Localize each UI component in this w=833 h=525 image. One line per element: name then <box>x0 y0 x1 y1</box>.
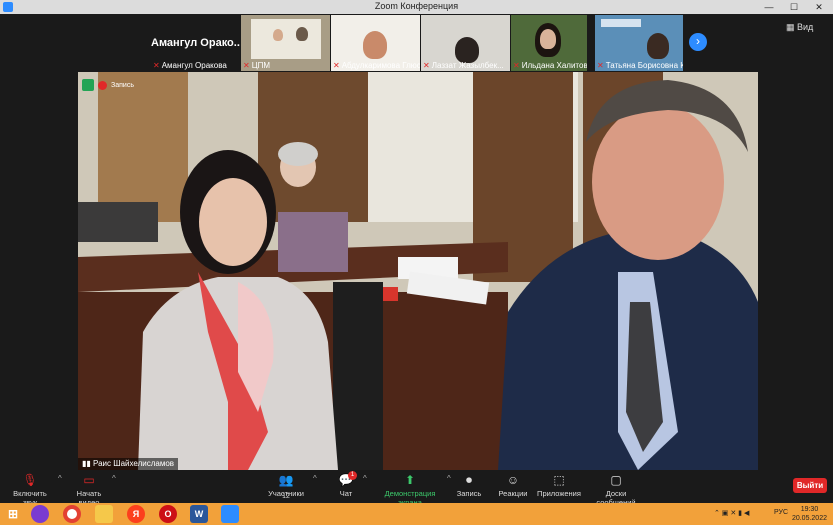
word-icon[interactable]: W <box>190 505 208 523</box>
record-icon <box>98 80 107 90</box>
participants-button[interactable]: 👥12 Участники <box>268 473 304 500</box>
reactions-button[interactable]: ☺ Реакции <box>497 473 529 498</box>
participant-face <box>540 29 556 49</box>
main-video: Запись ▮▮ Раис Шайхелисламов <box>78 72 758 470</box>
chat-unread-badge: 1 <box>348 471 357 480</box>
participant-name: ✕ Ильдана Халитова <box>513 61 587 70</box>
recording-label: Запись <box>111 81 134 89</box>
chat-caret[interactable]: ^ <box>363 474 367 483</box>
tray-icons[interactable]: ⌃ ▣ ✕ ▮ ◀ <box>714 509 749 517</box>
participant-face <box>273 29 283 41</box>
speaker-name: ▮▮ Раис Шайхелисламов <box>78 458 179 470</box>
banner-graphic <box>601 19 641 27</box>
participant-big-name: Амангул Орако... <box>151 37 240 49</box>
muted-mic-icon: ✕ <box>597 61 604 70</box>
participant-name: ✕ Абдулкаримова Глюся <box>333 61 420 70</box>
close-button[interactable]: ✕ <box>807 0 831 14</box>
windows-taskbar: ⊞ Я O W ⌃ ▣ ✕ ▮ ◀ РУС 19:30 20.05.2022 <box>0 503 833 525</box>
participant-name: ✕ Лаззат Жазылбек... <box>423 61 504 70</box>
meeting-toolbar: 🎙 Включить звук ^ ▭ Начать видео ^ 👥12 У… <box>0 470 833 507</box>
system-clock[interactable]: 19:30 20.05.2022 <box>792 505 827 523</box>
language-indicator[interactable]: РУС <box>774 509 788 516</box>
muted-mic-icon: ✕ <box>153 61 160 70</box>
reaction-icon: ☺ <box>506 473 520 487</box>
participant-face <box>647 33 669 59</box>
participant-face <box>296 27 308 41</box>
participant-face <box>455 37 479 63</box>
chrome-icon[interactable] <box>63 505 81 523</box>
muted-mic-icon: ✕ <box>423 61 430 70</box>
unmute-button[interactable]: 🎙 Включить звук <box>6 473 54 507</box>
next-page-button[interactable]: › <box>689 33 707 51</box>
share-caret[interactable]: ^ <box>447 474 451 483</box>
room-scene <box>251 19 321 59</box>
gallery-tile[interactable]: ✕ Лаззат Жазылбек... <box>421 15 510 71</box>
zoom-taskbar-icon[interactable] <box>221 505 239 523</box>
file-explorer-icon[interactable] <box>95 505 113 523</box>
participant-face <box>363 31 387 59</box>
muted-mic-icon: ✕ <box>243 61 250 70</box>
window-titlebar: Zoom Конференция — ☐ ✕ <box>0 0 833 14</box>
grid-icon: ▦ <box>786 22 795 32</box>
start-video-button[interactable]: ▭ Начать видео <box>66 473 112 507</box>
leave-button[interactable]: Выйти <box>793 478 827 493</box>
muted-mic-icon: 🎙 <box>22 473 38 487</box>
share-screen-icon: ⬆ <box>404 473 416 487</box>
apps-button[interactable]: ⬚ Приложения <box>537 473 581 498</box>
participants-caret[interactable]: ^ <box>313 474 317 483</box>
speaker-video-frame <box>78 72 758 470</box>
participant-name: ✕ ЦПМ <box>243 61 271 70</box>
window-title: Zoom Конференция <box>374 1 459 11</box>
gallery-tile[interactable]: ✕ Абдулкаримова Глюся <box>331 15 420 71</box>
whiteboard-icon: ▢ <box>610 473 622 487</box>
record-icon: ⏺ <box>465 473 472 487</box>
gallery-tile[interactable]: ✕Татьяна Борисовна Ко... <box>595 15 683 71</box>
muted-mic-icon: ✕ <box>513 61 520 70</box>
shield-icon <box>82 79 94 91</box>
participant-name: ✕ Амангул Оракова <box>153 61 227 70</box>
yandex-browser-icon[interactable]: Я <box>127 505 145 523</box>
audio-options-caret[interactable]: ^ <box>58 474 62 483</box>
record-button[interactable]: ⏺ Запись <box>456 473 482 498</box>
share-screen-button[interactable]: ⬆ Демонстрация экрана <box>374 473 446 507</box>
gallery-strip: Амангул Орако... ✕ Амангул Оракова ✕ ЦПМ ✕… <box>0 14 833 72</box>
gallery-tile[interactable]: ✕ Ильдана Халитова <box>511 15 587 71</box>
whiteboards-button[interactable]: ▢ Доски сообщений <box>587 473 645 507</box>
muted-mic-icon: ✕ <box>333 61 340 70</box>
apps-icon: ⬚ <box>553 473 565 487</box>
view-button[interactable]: ▦ Вид <box>786 22 813 33</box>
video-off-icon: ▭ <box>83 473 95 487</box>
participant-name: ✕Татьяна Борисовна Ко... <box>597 61 683 70</box>
opera-icon[interactable]: O <box>159 505 177 523</box>
gallery-tile[interactable]: Амангул Орако... ✕ Амангул Оракова <box>151 15 240 71</box>
alice-assistant-icon[interactable] <box>31 505 49 523</box>
participants-icon: 👥12 <box>278 473 294 500</box>
video-options-caret[interactable]: ^ <box>112 474 116 483</box>
maximize-button[interactable]: ☐ <box>782 0 806 14</box>
windows-start-icon[interactable]: ⊞ <box>4 505 22 523</box>
gallery-tile[interactable]: ✕ ЦПМ <box>241 15 330 71</box>
minimize-button[interactable]: — <box>757 0 781 14</box>
recording-indicator: Запись <box>82 78 134 92</box>
